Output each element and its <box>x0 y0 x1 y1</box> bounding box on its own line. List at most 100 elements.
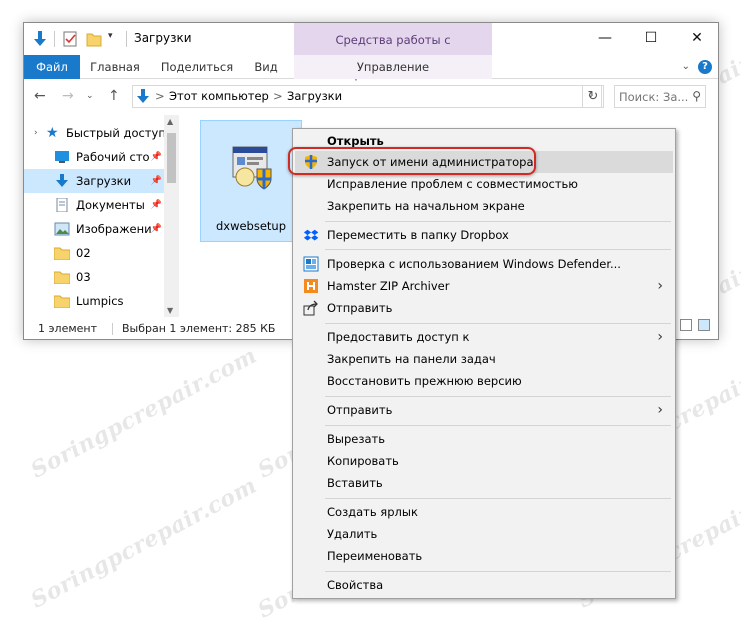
menu-item-paste[interactable]: Вставить <box>295 472 673 494</box>
submenu-arrow-icon: › <box>657 329 663 345</box>
search-input[interactable] <box>619 87 689 107</box>
scroll-up-icon[interactable]: ▲ <box>167 117 173 126</box>
up-icon[interactable]: ↑ <box>108 88 120 104</box>
nav-item-folder-02[interactable]: 02 <box>24 241 164 265</box>
star-icon: ★ <box>46 125 59 141</box>
nav-scrollbar[interactable]: ▲ ▼ <box>164 115 179 317</box>
download-arrow-icon[interactable] <box>32 30 48 48</box>
menu-item-delete[interactable]: Удалить <box>295 523 673 545</box>
pin-icon: 📌 <box>150 152 162 162</box>
share-icon <box>303 300 318 316</box>
address-separator[interactable]: > <box>273 89 283 103</box>
tab-manage[interactable]: Управление <box>294 55 492 79</box>
nav-item-label: Lumpics <box>76 294 124 308</box>
menu-item-label: Создать ярлык <box>327 505 418 519</box>
maximize-icon[interactable]: ☐ <box>628 23 674 53</box>
nav-item-quick-access[interactable]: › ★ Быстрый доступ <box>24 121 164 145</box>
menu-item-create-shortcut[interactable]: Создать ярлык <box>295 501 673 523</box>
recent-dropdown-icon[interactable]: ⌄ <box>86 91 94 101</box>
pin-icon: 📌 <box>150 224 162 234</box>
defender-icon <box>303 256 319 272</box>
download-arrow-icon <box>56 174 68 187</box>
item-count: 1 элемент <box>38 322 97 335</box>
pin-icon: 📌 <box>150 176 162 186</box>
pictures-icon <box>54 222 70 236</box>
nav-item-folder-lumpics[interactable]: Lumpics <box>24 289 164 313</box>
nav-item-documents[interactable]: Документы 📌 <box>24 193 164 217</box>
nav-item-label: 03 <box>76 270 91 284</box>
desktop-icon <box>55 151 69 163</box>
details-view-icon[interactable] <box>680 319 692 331</box>
divider <box>54 31 55 47</box>
menu-item-share[interactable]: Отправить <box>295 297 673 319</box>
tab-view[interactable]: Вид <box>248 55 284 79</box>
help-icon[interactable]: ? <box>698 60 712 74</box>
quick-access-dropdown-icon[interactable]: ▾ <box>108 31 113 41</box>
back-icon[interactable]: ← <box>34 88 46 104</box>
large-icons-view-icon[interactable] <box>698 319 710 331</box>
nav-item-label: Загрузки <box>76 174 132 188</box>
tab-home[interactable]: Главная <box>84 55 146 79</box>
forward-icon[interactable]: → <box>62 88 74 104</box>
new-folder-icon[interactable] <box>86 30 102 48</box>
expand-ribbon-icon[interactable]: ⌄ <box>682 61 690 72</box>
menu-item-label: Отправить <box>327 403 393 417</box>
watermark: Soringpcrepair.com <box>26 342 262 484</box>
menu-item-label: Предоставить доступ к <box>327 330 470 344</box>
scroll-down-icon[interactable]: ▼ <box>167 306 173 315</box>
menu-item-hamster-zip[interactable]: Hamster ZIP Archiver › <box>295 275 673 297</box>
menu-item-label: Отправить <box>327 301 393 315</box>
menu-item-troubleshoot-compatibility[interactable]: Исправление проблем с совместимостью <box>295 173 673 195</box>
menu-item-give-access[interactable]: Предоставить доступ к › <box>295 326 673 348</box>
nav-item-label: 02 <box>76 246 91 260</box>
tab-share[interactable]: Поделиться <box>152 55 242 79</box>
ribbon-tabs: Файл Главная Поделиться Вид Управление ⌄… <box>24 55 718 79</box>
menu-item-run-as-admin[interactable]: Запуск от имени администратора <box>295 151 673 173</box>
window-title: Загрузки <box>134 31 192 45</box>
contextual-tab-group: Средства работы с приложениями <box>294 23 492 81</box>
file-item-dxwebsetup[interactable]: dxwebsetup <box>200 120 302 242</box>
uac-shield-icon <box>305 155 317 169</box>
title-bar: ▾ Загрузки Средства работы с приложениям… <box>24 23 720 81</box>
search-box[interactable]: ⚲ <box>614 85 706 108</box>
menu-item-label: Удалить <box>327 527 378 541</box>
menu-item-rename[interactable]: Переименовать <box>295 545 673 567</box>
menu-item-label: Закрепить на панели задач <box>327 352 496 366</box>
menu-item-send-to[interactable]: Отправить › <box>295 399 673 421</box>
menu-item-label: Проверка с использованием Windows Defend… <box>327 257 621 271</box>
menu-item-copy[interactable]: Копировать <box>295 450 673 472</box>
menu-item-label: Исправление проблем с совместимостью <box>327 177 578 191</box>
breadcrumb-this-pc[interactable]: Этот компьютер <box>169 89 269 103</box>
submenu-arrow-icon: › <box>657 278 663 294</box>
nav-item-folder-03[interactable]: 03 <box>24 265 164 289</box>
scroll-thumb[interactable] <box>167 133 176 183</box>
menu-item-defender-scan[interactable]: Проверка с использованием Windows Defend… <box>295 253 673 275</box>
close-icon[interactable]: ✕ <box>674 23 720 53</box>
refresh-icon[interactable]: ↻ <box>582 85 604 108</box>
menu-item-restore-previous[interactable]: Восстановить прежнюю версию <box>295 370 673 392</box>
minimize-icon[interactable]: — <box>582 23 628 53</box>
installer-shield-icon <box>232 146 272 190</box>
pin-icon: 📌 <box>150 200 162 210</box>
address-separator[interactable]: > <box>155 89 165 103</box>
menu-separator <box>325 425 671 426</box>
menu-item-cut[interactable]: Вырезать <box>295 428 673 450</box>
nav-item-pictures[interactable]: Изображени 📌 <box>24 217 164 241</box>
address-bar[interactable]: > Этот компьютер > Загрузки ⌄ <box>132 85 602 108</box>
properties-icon[interactable] <box>62 30 78 48</box>
menu-item-label: Переместить в папку Dropbox <box>327 228 509 242</box>
menu-item-properties[interactable]: Свойства <box>295 574 673 596</box>
tab-file[interactable]: Файл <box>24 55 80 79</box>
folder-icon <box>54 295 70 308</box>
menu-item-open[interactable]: Открыть <box>295 130 673 152</box>
menu-item-label: Свойства <box>327 578 384 592</box>
breadcrumb-downloads[interactable]: Загрузки <box>287 89 342 103</box>
menu-item-move-to-dropbox[interactable]: Переместить в папку Dropbox <box>295 224 673 246</box>
menu-item-label: Закрепить на начальном экране <box>327 199 525 213</box>
menu-item-pin-to-taskbar[interactable]: Закрепить на панели задач <box>295 348 673 370</box>
address-row: ← → ⌄ ↑ > Этот компьютер > Загрузки ⌄ ↻ … <box>24 80 718 112</box>
nav-item-desktop[interactable]: Рабочий сто 📌 <box>24 145 164 169</box>
nav-item-downloads[interactable]: Загрузки 📌 <box>24 169 164 193</box>
menu-item-label: Переименовать <box>327 549 423 563</box>
menu-item-pin-to-start[interactable]: Закрепить на начальном экране <box>295 195 673 217</box>
